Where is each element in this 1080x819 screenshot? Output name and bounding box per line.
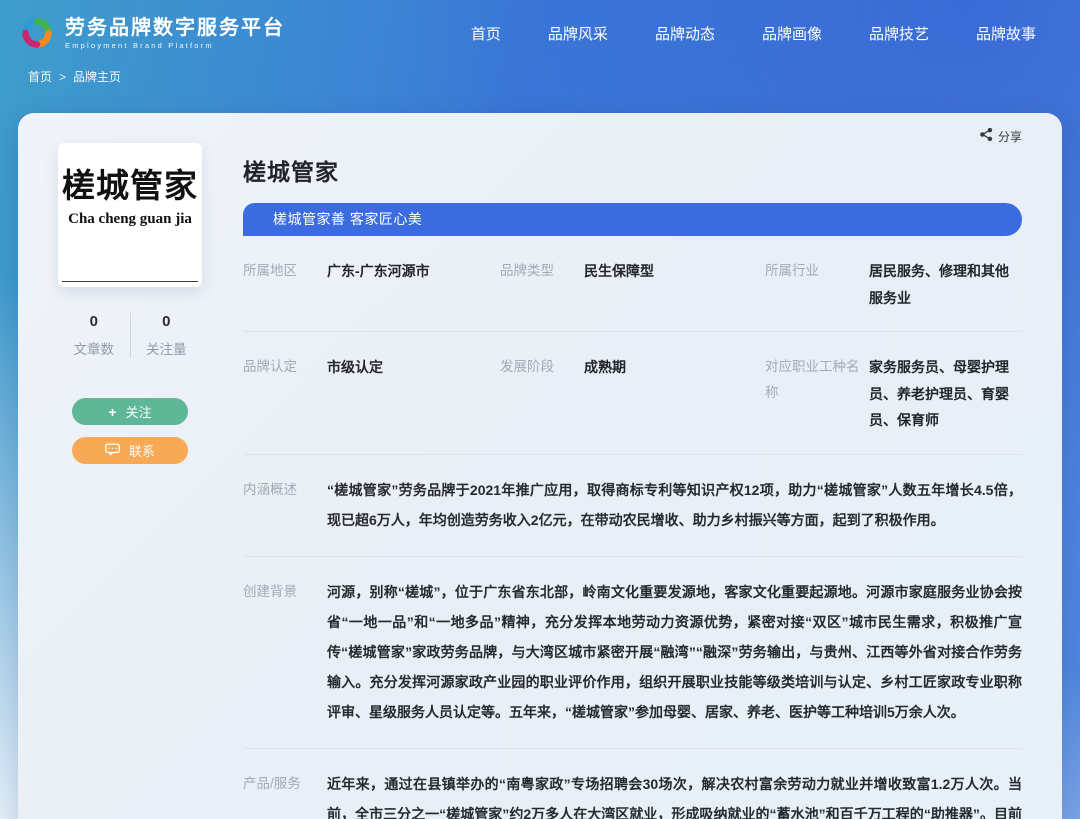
- field-stage: 发展阶段 成熟期: [500, 354, 765, 434]
- platform-logo-icon: [18, 14, 56, 52]
- breadcrumb-separator: >: [59, 70, 66, 84]
- section-products-label: 产品/服务: [243, 769, 327, 819]
- plus-icon: +: [108, 405, 116, 419]
- field-row-1: 所属地区 广东-广东河源市 品牌类型 民生保障型 所属行业 居民服务、修理和其他…: [243, 236, 1022, 332]
- brand-profile-card: 槎城管家 Cha cheng guan jia 0 文章数 0 关注量 + 关注: [18, 113, 1062, 819]
- share-button[interactable]: 分享: [979, 127, 1022, 145]
- stat-followers-value: 0: [131, 313, 203, 330]
- site-subtitle: Employment Brand Platform: [65, 41, 285, 50]
- nav-item-brand-style[interactable]: 品牌风采: [548, 23, 608, 44]
- section-connotation-text: “槎城管家”劳务品牌于2021年推广应用，取得商标专利等知识产权12项，助力“槎…: [327, 475, 1022, 535]
- nav-item-brand-news[interactable]: 品牌动态: [655, 23, 715, 44]
- stat-articles-value: 0: [58, 313, 130, 330]
- nav-item-brand-portrait[interactable]: 品牌画像: [762, 23, 822, 44]
- section-products-text: 近年来，通过在县镇举办的“南粤家政”专场招聘会30场次，解决农村富余劳动力就业并…: [327, 769, 1022, 819]
- stat-followers-label: 关注量: [131, 338, 203, 358]
- field-occupations: 对应职业工种名称 家务服务员、母婴护理员、养老护理员、育婴员、保育师: [765, 354, 1022, 434]
- field-occupations-value: 家务服务员、母婴护理员、养老护理员、育婴员、保育师: [869, 354, 1022, 434]
- contact-button[interactable]: 联系: [72, 437, 188, 464]
- brand-logo-image: 槎城管家 Cha cheng guan jia: [58, 143, 202, 287]
- chat-bubble-icon: [105, 443, 120, 459]
- stat-articles: 0 文章数: [58, 313, 131, 358]
- brand-logo-text-en: Cha cheng guan jia: [58, 211, 202, 228]
- brand-detail-panel: 分享 槎城管家 槎城管家善 客家匠心美 所属地区 广东-广东河源市 品牌类型 民…: [243, 143, 1022, 819]
- section-connotation: 内涵概述 “槎城管家”劳务品牌于2021年推广应用，取得商标专利等知识产权12项…: [243, 455, 1022, 557]
- field-region: 所属地区 广东-广东河源市: [243, 258, 500, 311]
- field-brand-type-label: 品牌类型: [500, 258, 584, 284]
- brand-logo-underline: [62, 281, 198, 282]
- field-industry-label: 所属行业: [765, 258, 869, 284]
- share-icon: [979, 127, 994, 145]
- brand-logo-text-cn: 槎城管家: [58, 169, 202, 205]
- nav-item-brand-skill[interactable]: 品牌技艺: [869, 23, 929, 44]
- profile-stats: 0 文章数 0 关注量: [58, 313, 202, 358]
- top-header: 劳务品牌数字服务平台 Employment Brand Platform 首页 …: [0, 0, 1080, 56]
- field-certification-label: 品牌认定: [243, 354, 327, 380]
- section-products: 产品/服务 近年来，通过在县镇举办的“南粤家政”专场招聘会30场次，解决农村富余…: [243, 749, 1022, 819]
- follow-button-label: 关注: [126, 402, 152, 421]
- breadcrumb-current: 品牌主页: [73, 68, 121, 85]
- breadcrumb: 首页 > 品牌主页: [0, 68, 1080, 85]
- field-certification: 品牌认定 市级认定: [243, 354, 500, 434]
- section-connotation-label: 内涵概述: [243, 475, 327, 535]
- follow-button[interactable]: + 关注: [72, 398, 188, 425]
- field-row-2: 品牌认定 市级认定 发展阶段 成熟期 对应职业工种名称 家务服务员、母婴护理员、…: [243, 332, 1022, 455]
- share-button-label: 分享: [998, 128, 1022, 145]
- field-region-value: 广东-广东河源市: [327, 258, 430, 285]
- field-region-label: 所属地区: [243, 258, 327, 284]
- field-brand-type-value: 民生保障型: [584, 258, 654, 285]
- stat-followers: 0 关注量: [131, 313, 203, 358]
- breadcrumb-home[interactable]: 首页: [28, 68, 52, 85]
- contact-button-label: 联系: [129, 441, 155, 460]
- site-title-block: 劳务品牌数字服务平台 Employment Brand Platform: [65, 16, 285, 50]
- profile-sidebar: 槎城管家 Cha cheng guan jia 0 文章数 0 关注量 + 关注: [58, 143, 202, 819]
- profile-actions: + 关注 联系: [58, 398, 202, 464]
- field-certification-value: 市级认定: [327, 354, 383, 381]
- field-industry: 所属行业 居民服务、修理和其他服务业: [765, 258, 1022, 311]
- stat-articles-label: 文章数: [58, 338, 130, 358]
- brand-slogan-banner: 槎城管家善 客家匠心美: [243, 203, 1022, 236]
- section-background-label: 创建背景: [243, 577, 327, 727]
- field-occupations-label: 对应职业工种名称: [765, 354, 869, 405]
- field-industry-value: 居民服务、修理和其他服务业: [869, 258, 1022, 311]
- section-background: 创建背景 河源，别称“槎城”，位于广东省东北部，岭南文化重要发源地，客家文化重要…: [243, 557, 1022, 749]
- nav-item-home[interactable]: 首页: [471, 23, 501, 44]
- site-title: 劳务品牌数字服务平台: [65, 16, 285, 40]
- main-nav: 首页 品牌风采 品牌动态 品牌画像 品牌技艺 品牌故事: [471, 23, 1050, 44]
- field-stage-value: 成熟期: [584, 354, 626, 381]
- field-brand-type: 品牌类型 民生保障型: [500, 258, 765, 311]
- nav-item-brand-story[interactable]: 品牌故事: [976, 23, 1036, 44]
- brand-title: 槎城管家: [243, 153, 1022, 187]
- section-background-text: 河源，别称“槎城”，位于广东省东北部，岭南文化重要发源地，客家文化重要起源地。河…: [327, 577, 1022, 727]
- field-stage-label: 发展阶段: [500, 354, 584, 380]
